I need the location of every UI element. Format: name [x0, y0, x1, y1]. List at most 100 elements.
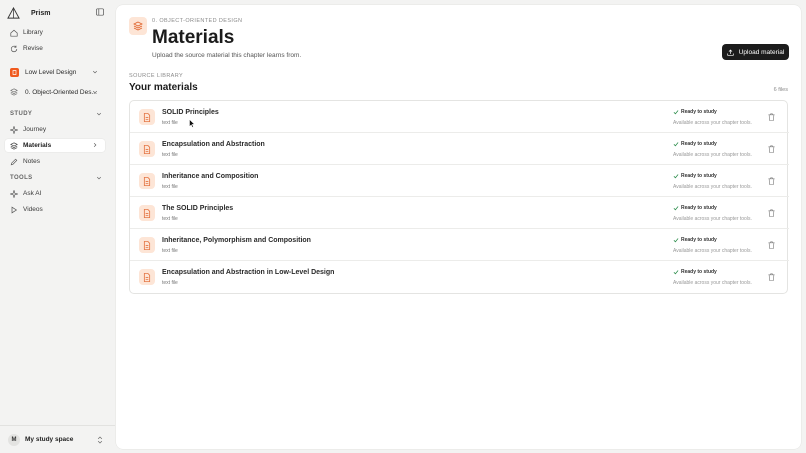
status-label: Ready to study — [681, 237, 717, 243]
sidebar-toggle-icon[interactable] — [96, 8, 104, 16]
check-icon — [673, 270, 679, 275]
study-section-header[interactable]: STUDY — [10, 109, 102, 119]
upload-icon — [727, 49, 734, 56]
workspace-label: My study space — [25, 436, 74, 443]
file-name: The SOLID Principles — [162, 205, 234, 212]
chevrons-up-down-icon — [97, 436, 103, 444]
trash-icon[interactable] — [768, 209, 775, 217]
file-type: text file — [162, 216, 178, 222]
book-icon — [10, 67, 19, 77]
status-badge: Ready to study — [673, 141, 717, 147]
status-note: Available across your chapter tools. — [673, 248, 752, 254]
workspace-switcher[interactable]: M My study space — [0, 425, 115, 453]
list-item[interactable]: Encapsulation and Abstraction in Low-Lev… — [130, 261, 789, 293]
sidebar-item-label: Library — [23, 29, 43, 36]
list-item[interactable]: The SOLID Principles text file Ready to … — [130, 197, 789, 229]
breadcrumb: 0. OBJECT-ORIENTED DESIGN — [152, 18, 243, 24]
play-icon — [11, 206, 18, 213]
file-name: Inheritance, Polymorphism and Compositio… — [162, 237, 311, 244]
sidebar-item-revise[interactable]: Revise — [5, 42, 105, 55]
chapter-label: 0. Object-Oriented Des... — [25, 88, 97, 96]
sidebar-item-materials[interactable]: Materials — [5, 139, 105, 152]
chapter-selector[interactable]: 0. Object-Oriented Des... — [5, 85, 105, 99]
list-item[interactable]: SOLID Principles text file Ready to stud… — [130, 101, 789, 133]
status-label: Ready to study — [681, 269, 717, 275]
sidebar-item-label: Notes — [23, 158, 40, 165]
chevron-down-icon — [96, 176, 102, 180]
status-badge: Ready to study — [673, 109, 717, 115]
sparkle-icon — [10, 125, 18, 134]
file-text-icon — [139, 109, 155, 125]
course-selector[interactable]: Low Level Design — [5, 65, 105, 79]
mouse-cursor-icon — [189, 119, 195, 128]
chevron-down-icon — [92, 90, 98, 94]
file-type: text file — [162, 184, 178, 190]
status-badge: Ready to study — [673, 237, 717, 243]
main-panel: 0. OBJECT-ORIENTED DESIGN Materials Uplo… — [116, 5, 801, 449]
brand[interactable]: Prism — [7, 5, 50, 21]
sidebar: Prism Library Revise Low Level Design 0.… — [0, 0, 115, 453]
layers-icon — [10, 88, 18, 96]
list-item[interactable]: Inheritance and Composition text file Re… — [130, 165, 789, 197]
file-text-icon — [139, 237, 155, 253]
page-subtitle: Upload the source material this chapter … — [152, 52, 302, 59]
chevron-down-icon — [92, 70, 98, 74]
upload-label: Upload material — [738, 48, 785, 56]
trash-icon[interactable] — [768, 145, 775, 153]
sidebar-item-library[interactable]: Library — [5, 26, 105, 39]
trash-icon[interactable] — [768, 273, 775, 281]
file-name: Inheritance and Composition — [162, 173, 259, 180]
status-label: Ready to study — [681, 173, 717, 179]
status-note: Available across your chapter tools. — [673, 184, 752, 190]
refresh-icon — [10, 45, 18, 52]
file-type: text file — [162, 152, 178, 158]
status-label: Ready to study — [681, 205, 717, 211]
file-type: text file — [162, 120, 178, 126]
status-label: Ready to study — [681, 141, 717, 147]
trash-icon[interactable] — [768, 177, 775, 185]
list-item[interactable]: Encapsulation and Abstraction text file … — [130, 133, 789, 165]
home-icon — [10, 29, 18, 37]
status-note: Available across your chapter tools. — [673, 152, 752, 158]
file-type: text file — [162, 280, 178, 286]
tools-section-header[interactable]: TOOLS — [10, 173, 102, 183]
sidebar-item-ask-ai[interactable]: Ask AI — [5, 187, 105, 200]
status-note: Available across your chapter tools. — [673, 280, 752, 286]
avatar: M — [8, 433, 20, 446]
trash-icon[interactable] — [768, 113, 775, 121]
file-text-icon — [139, 269, 155, 285]
section-label: STUDY — [10, 111, 33, 117]
list-item[interactable]: Inheritance, Polymorphism and Compositio… — [130, 229, 789, 261]
file-type: text file — [162, 248, 178, 254]
pencil-icon — [10, 158, 18, 165]
course-label: Low Level Design — [25, 68, 77, 76]
status-badge: Ready to study — [673, 205, 717, 211]
app-name: Prism — [31, 9, 51, 17]
layers-icon — [129, 17, 147, 35]
file-count: 6 files — [773, 87, 788, 93]
sidebar-item-label: Ask AI — [23, 190, 42, 197]
section-label: SOURCE LIBRARY — [129, 73, 184, 79]
sidebar-item-notes[interactable]: Notes — [5, 155, 105, 168]
check-icon — [673, 110, 679, 115]
trash-icon[interactable] — [768, 241, 775, 249]
page-title: Materials — [152, 27, 235, 48]
check-icon — [673, 206, 679, 211]
status-note: Available across your chapter tools. — [673, 216, 752, 222]
section-title: Your materials — [129, 82, 198, 93]
file-text-icon — [139, 205, 155, 221]
check-icon — [673, 174, 679, 179]
status-badge: Ready to study — [673, 269, 717, 275]
file-text-icon — [139, 141, 155, 157]
sidebar-item-label: Journey — [23, 126, 47, 133]
sidebar-item-label: Videos — [23, 206, 43, 213]
chevron-down-icon — [96, 112, 102, 116]
status-note: Available across your chapter tools. — [673, 120, 752, 126]
sidebar-item-videos[interactable]: Videos — [5, 203, 105, 216]
sidebar-item-journey[interactable]: Journey — [5, 123, 105, 136]
sparkle-icon — [10, 189, 18, 198]
file-name: Encapsulation and Abstraction — [162, 141, 265, 148]
status-label: Ready to study — [681, 109, 717, 115]
upload-material-button[interactable]: Upload material — [722, 44, 789, 60]
chevron-right-icon — [93, 142, 97, 148]
